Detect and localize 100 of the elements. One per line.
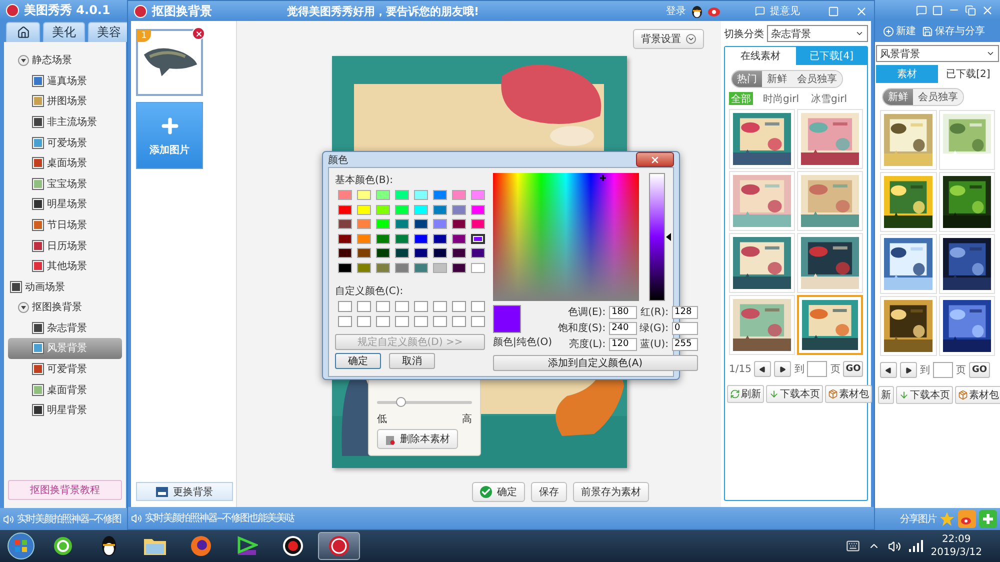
weibo-icon[interactable] — [958, 510, 976, 528]
close-icon[interactable] — [981, 4, 994, 16]
tree-item[interactable]: 桌面背景 — [8, 379, 122, 400]
square-icon[interactable] — [932, 4, 943, 16]
cancel-button[interactable]: 取消 — [389, 353, 435, 369]
delete-material-button[interactable]: 删除本素材 — [377, 429, 458, 449]
add-custom-color-button[interactable]: 添加到自定义颜色(A) — [493, 355, 698, 371]
weibo-icon[interactable] — [708, 5, 721, 17]
action-button[interactable]: 保存 — [531, 482, 567, 502]
tree-item[interactable]: 日历场景 — [8, 235, 122, 256]
color-swatch[interactable] — [395, 234, 409, 244]
tree-item[interactable]: 逼真场景 — [8, 70, 122, 92]
filter-tab[interactable]: 新鲜 — [762, 71, 792, 87]
color-swatch[interactable] — [395, 190, 409, 200]
panel-tab[interactable]: 已下载[2] — [938, 65, 999, 83]
slider-thumb[interactable] — [396, 397, 406, 407]
value-field[interactable]: 128 — [672, 306, 698, 318]
page-input[interactable] — [933, 362, 953, 378]
tree-item[interactable]: 桌面场景 — [8, 152, 122, 174]
signal-icon[interactable] — [908, 540, 923, 552]
tree-item[interactable]: 拼图场景 — [8, 91, 122, 112]
color-swatch[interactable] — [452, 219, 466, 229]
panel-tab[interactable]: 在线素材 — [725, 47, 796, 65]
color-swatch[interactable] — [338, 234, 352, 244]
tree-item[interactable]: 明星场景 — [8, 194, 122, 215]
package-button[interactable]: 素材包 — [955, 386, 1000, 404]
custom-color-slot[interactable] — [376, 300, 390, 312]
close-icon[interactable] — [855, 4, 868, 18]
color-swatch[interactable] — [357, 190, 371, 200]
tree-item[interactable]: 节日场景 — [8, 214, 122, 236]
color-swatch[interactable] — [433, 234, 447, 244]
color-swatch[interactable] — [471, 219, 485, 229]
value-field[interactable]: 120 — [608, 338, 637, 350]
custom-color-slot[interactable] — [395, 316, 409, 327]
color-swatch[interactable] — [433, 204, 447, 214]
tree-group[interactable]: 抠图换背景 — [8, 296, 122, 318]
color-swatch[interactable] — [471, 248, 485, 258]
go-button[interactable]: GO — [843, 361, 863, 377]
custom-color-slot[interactable] — [414, 300, 428, 312]
tag-filter[interactable]: 时尚girl — [761, 92, 802, 105]
color-swatch[interactable] — [433, 219, 447, 229]
color-swatch[interactable] — [452, 262, 466, 272]
custom-color-slot[interactable] — [471, 300, 485, 312]
action-button[interactable]: 新 — [878, 386, 894, 404]
tree-item[interactable]: 宝宝场景 — [8, 173, 122, 194]
confirm-button[interactable]: 确定 — [472, 482, 525, 502]
tree-item[interactable]: 杂志背景 — [8, 317, 122, 338]
color-swatch[interactable] — [395, 248, 409, 258]
tag-filter[interactable]: 冰雪girl — [809, 92, 850, 105]
restore-icon[interactable] — [965, 4, 976, 16]
color-swatch[interactable] — [338, 190, 352, 200]
category-select[interactable]: 杂志背景 — [767, 25, 868, 42]
filter-tab[interactable]: 会员独享 — [913, 89, 963, 105]
home-tab[interactable] — [6, 22, 40, 42]
color-swatch[interactable] — [471, 262, 485, 272]
category-select[interactable]: 风景背景 — [876, 45, 999, 62]
change-background-button[interactable]: 更换背景 — [136, 482, 233, 501]
color-swatch[interactable] — [338, 204, 352, 214]
color-swatch[interactable] — [376, 234, 390, 244]
download-button[interactable]: 下载本页 — [766, 385, 823, 403]
nav-tab[interactable]: 美容 — [88, 22, 130, 42]
color-swatch[interactable] — [338, 248, 352, 258]
color-swatch[interactable] — [452, 190, 466, 200]
go-button[interactable]: GO — [969, 362, 990, 378]
color-swatch[interactable] — [357, 262, 371, 272]
color-swatch[interactable] — [395, 219, 409, 229]
custom-color-slot[interactable] — [452, 316, 466, 327]
taskbar-app-button[interactable] — [318, 532, 360, 560]
color-swatch[interactable] — [414, 234, 428, 244]
color-spectrum[interactable] — [493, 173, 639, 301]
next-page-button[interactable] — [900, 362, 917, 378]
expand-toggle[interactable] — [18, 302, 29, 313]
color-swatch[interactable] — [452, 234, 466, 244]
star-icon[interactable] — [939, 511, 955, 527]
custom-color-slot[interactable] — [414, 316, 428, 327]
color-swatch[interactable] — [357, 234, 371, 244]
color-swatch[interactable] — [395, 204, 409, 214]
thumbnail[interactable] — [797, 295, 863, 355]
color-swatch[interactable] — [433, 262, 447, 272]
color-swatch[interactable] — [471, 234, 485, 244]
color-swatch[interactable] — [414, 204, 428, 214]
ok-button[interactable]: 确定 — [335, 353, 381, 369]
filter-tab[interactable]: 新鲜 — [883, 89, 913, 105]
color-swatch[interactable] — [395, 262, 409, 272]
previous-page-button[interactable] — [754, 361, 772, 377]
color-swatch[interactable] — [433, 248, 447, 258]
value-field[interactable]: 180 — [608, 306, 637, 318]
color-swatch[interactable] — [452, 204, 466, 214]
next-page-button[interactable] — [774, 361, 792, 377]
tree-item[interactable]: 明星背景 — [8, 400, 122, 420]
download-button[interactable]: 下载本页 — [896, 386, 953, 404]
clock[interactable]: 22:09 2019/3/12 — [930, 533, 996, 559]
tree-item[interactable]: 非主流场景 — [8, 112, 122, 132]
nav-tab[interactable]: 美化 — [43, 22, 85, 42]
volume-icon[interactable] — [888, 540, 901, 552]
color-swatch[interactable] — [414, 219, 428, 229]
package-button[interactable]: 素材包 — [825, 385, 872, 403]
custom-color-slot[interactable] — [471, 316, 485, 327]
color-swatch[interactable] — [357, 248, 371, 258]
penguin-icon[interactable] — [691, 4, 703, 18]
